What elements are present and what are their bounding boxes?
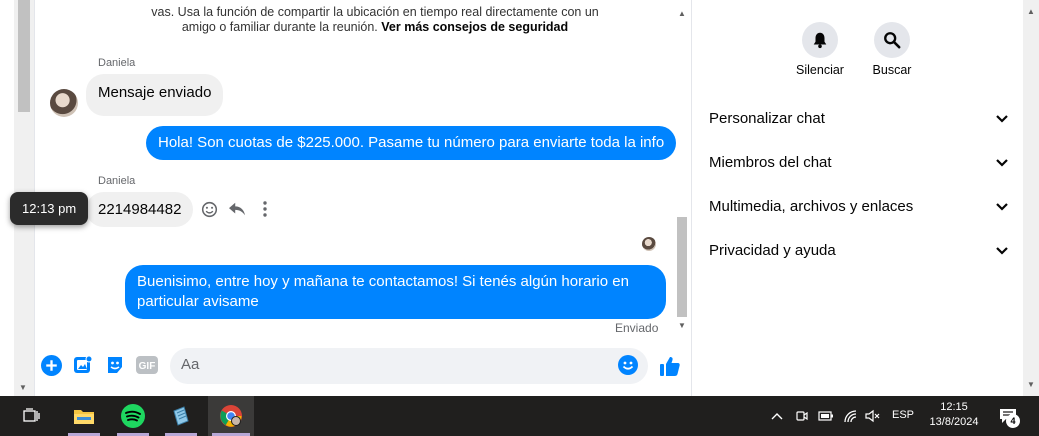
meet-now-icon[interactable] — [792, 396, 812, 436]
timestamp-tooltip: 12:13 pm — [10, 192, 89, 225]
svg-text:GIF: GIF — [139, 361, 156, 372]
spotify-icon[interactable] — [113, 396, 153, 436]
safety-text-line2: amigo o familiar durante la reunión. — [181, 20, 378, 34]
safety-notice: vas. Usa la función de compartir la ubic… — [95, 5, 655, 35]
file-explorer-icon[interactable] — [64, 396, 104, 436]
menu-customize-chat[interactable]: Personalizar chat — [709, 104, 1009, 132]
panel-scrollbar[interactable]: ▲ ▼ — [1023, 0, 1039, 396]
search-label: Buscar — [872, 63, 912, 77]
sticker-icon[interactable] — [104, 354, 126, 376]
search-icon — [884, 32, 901, 49]
menu-label: Multimedia, archivos y enlaces — [709, 197, 914, 215]
message-bubble-outgoing[interactable]: Hola! Son cuotas de $225.000. Pasame tu … — [146, 126, 677, 160]
photo-gallery-icon[interactable] — [72, 354, 94, 376]
search-button[interactable] — [874, 22, 910, 58]
task-view-icon[interactable] — [16, 396, 48, 436]
chevron-down-icon — [996, 115, 1008, 123]
seen-indicator-avatar — [642, 237, 656, 251]
scroll-up-arrow-icon[interactable]: ▲ — [678, 9, 686, 18]
more-options-icon[interactable] — [256, 200, 274, 218]
reply-icon[interactable] — [228, 200, 246, 218]
chat-scrollbar[interactable]: ▲ ▼ — [675, 0, 689, 340]
clock-date: 13/8/2024 — [929, 416, 979, 428]
clock[interactable]: 12:15 13/8/2024 — [922, 400, 986, 430]
message-input[interactable] — [181, 356, 601, 373]
message-actions — [200, 200, 274, 218]
message-bubble-outgoing[interactable]: Buenisimo, entre hoy y mañana te contact… — [125, 265, 666, 319]
message-status: Enviado — [615, 321, 659, 335]
battery-icon[interactable] — [816, 396, 836, 436]
chat-scrollbar-thumb[interactable] — [677, 217, 687, 317]
language-indicator[interactable]: ESP — [890, 408, 916, 423]
scroll-down-arrow-icon[interactable]: ▼ — [19, 383, 27, 392]
mute-button[interactable] — [802, 22, 838, 58]
wifi-icon[interactable] — [840, 396, 862, 436]
menu-chat-members[interactable]: Miembros del chat — [709, 148, 1009, 176]
clock-time: 12:15 — [940, 401, 968, 413]
emoji-icon[interactable] — [618, 355, 640, 377]
sender-name: Daniela — [98, 175, 136, 187]
scroll-down-arrow-icon[interactable]: ▼ — [678, 321, 686, 330]
chevron-up-icon[interactable] — [766, 396, 788, 436]
chevron-down-icon — [996, 159, 1008, 167]
notes-app-icon[interactable] — [161, 396, 201, 436]
sender-name: Daniela — [98, 57, 136, 69]
volume-muted-icon[interactable] — [862, 396, 884, 436]
mute-label: Silenciar — [796, 63, 844, 77]
menu-label: Miembros del chat — [709, 153, 832, 171]
menu-media-files-links[interactable]: Multimedia, archivos y enlaces — [709, 192, 1009, 220]
menu-label: Privacidad y ayuda — [709, 241, 836, 259]
message-input-box[interactable] — [170, 348, 648, 384]
avatar[interactable] — [50, 89, 78, 117]
chevron-down-icon — [996, 203, 1008, 211]
page-scrollbar-thumb[interactable] — [18, 0, 30, 112]
scroll-down-arrow-icon[interactable]: ▼ — [1027, 380, 1035, 389]
thumbs-up-icon[interactable] — [659, 355, 681, 377]
bell-icon — [813, 32, 827, 49]
menu-label: Personalizar chat — [709, 109, 825, 127]
chat-conversation: vas. Usa la función de compartir la ubic… — [34, 0, 692, 396]
safety-tips-link[interactable]: Ver más consejos de seguridad — [381, 20, 568, 34]
menu-privacy-help[interactable]: Privacidad y ayuda — [709, 236, 1009, 264]
add-plus-icon[interactable] — [40, 354, 62, 376]
notification-count-badge: 4 — [1006, 414, 1020, 428]
chat-info-panel: Silenciar Buscar Personalizar chat Miemb… — [693, 0, 1023, 396]
chrome-icon[interactable] — [208, 396, 254, 436]
message-composer: GIF — [40, 348, 680, 384]
scroll-up-arrow-icon[interactable]: ▲ — [1027, 7, 1035, 16]
chevron-down-icon — [996, 247, 1008, 255]
react-emoji-icon[interactable] — [200, 200, 218, 218]
message-bubble-incoming[interactable]: Mensaje enviado — [86, 74, 224, 116]
message-bubble-incoming[interactable]: 2214984482 — [86, 192, 194, 227]
safety-text-line1: vas. Usa la función de compartir la ubic… — [151, 5, 599, 19]
gif-icon[interactable]: GIF — [136, 354, 158, 376]
windows-taskbar: ESP 12:15 13/8/2024 — [0, 396, 1039, 436]
